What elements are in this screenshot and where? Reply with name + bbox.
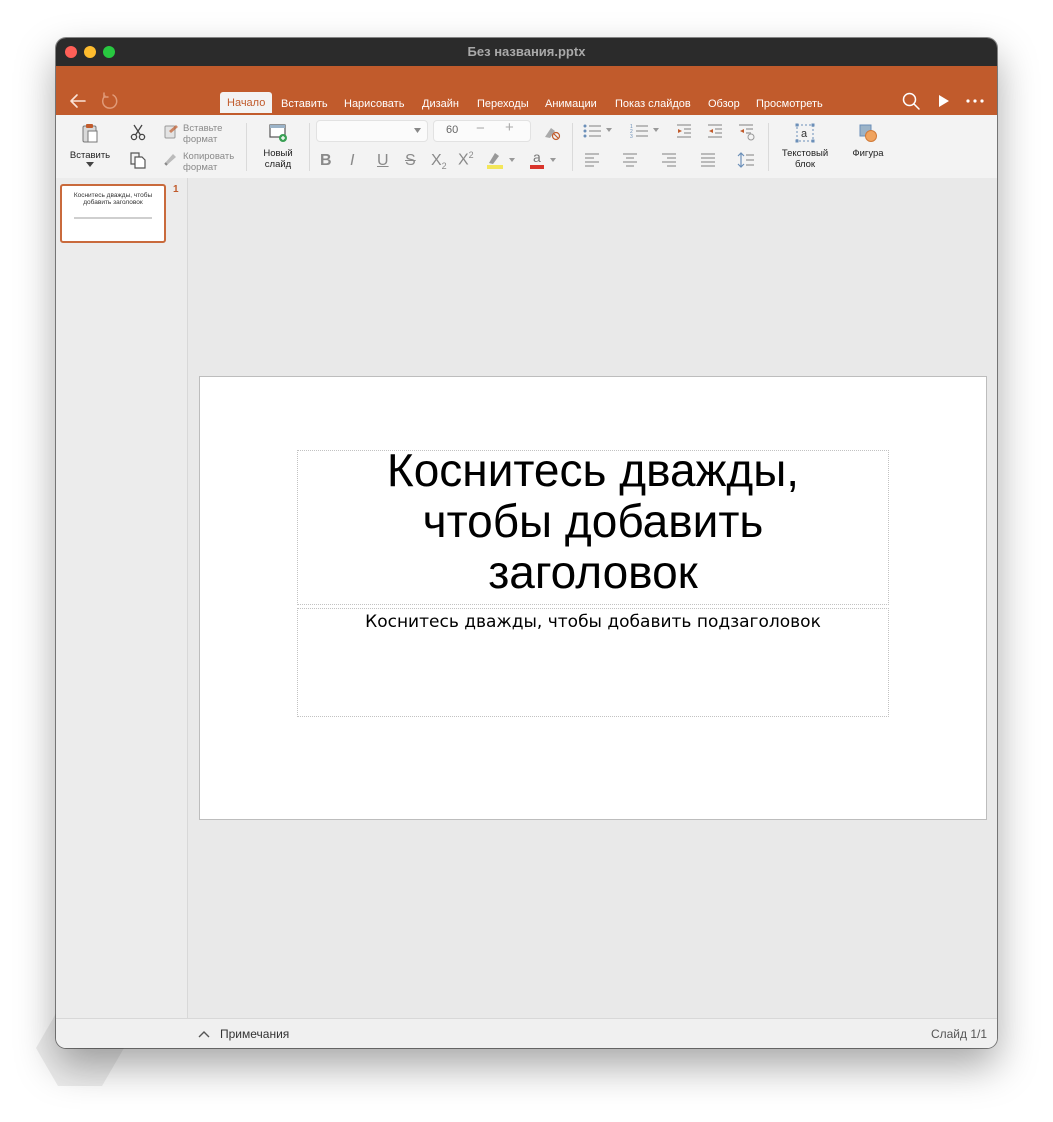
- svg-text:a: a: [801, 128, 808, 140]
- thumbnail-title: Коснитесь дважды, чтобы добавить заголов…: [73, 192, 153, 206]
- slide-title-line: чтобы добавить: [422, 495, 764, 547]
- new-slide-icon[interactable]: [268, 123, 288, 143]
- thumbnail-subtitle-line: [74, 217, 152, 219]
- line-spacing-icon[interactable]: [737, 151, 755, 169]
- copy-icon[interactable]: [129, 151, 147, 169]
- paste-format-label-2[interactable]: формат: [183, 134, 217, 145]
- slide-subtitle: Коснитесь дважды, чтобы добавить подзаго…: [365, 612, 821, 632]
- chevron-down-icon: [414, 128, 421, 133]
- slide-title-line: заголовок: [488, 546, 698, 598]
- title-bar: Без названия.pptx: [56, 38, 997, 66]
- slide-thumbnail[interactable]: Коснитесь дважды, чтобы добавить заголов…: [60, 184, 166, 243]
- paste-icon[interactable]: [80, 122, 100, 144]
- search-icon[interactable]: [900, 90, 922, 112]
- ribbon-separator: [572, 123, 573, 171]
- font-size-value[interactable]: 60: [446, 124, 458, 136]
- subscript-button[interactable]: X2: [431, 152, 447, 171]
- shape-icon[interactable]: [858, 123, 878, 143]
- clear-format-icon[interactable]: [543, 125, 561, 141]
- text-direction-icon[interactable]: [738, 123, 756, 141]
- copy-format-label-2[interactable]: формат: [183, 162, 217, 173]
- tab-review[interactable]: Обзор: [708, 96, 740, 112]
- bold-button[interactable]: B: [320, 152, 332, 170]
- notes-toggle[interactable]: Примечания: [220, 1027, 289, 1041]
- play-icon[interactable]: [932, 90, 954, 112]
- paste-dropdown-icon[interactable]: [86, 162, 94, 168]
- underline-button[interactable]: U: [377, 152, 389, 170]
- slide-canvas: Коснитесь дважды, чтобы добавить заголов…: [188, 178, 997, 1018]
- numbering-icon[interactable]: 123: [630, 123, 662, 139]
- ribbon-separator: [768, 123, 769, 171]
- font-color-icon[interactable]: a: [529, 150, 559, 170]
- app-window: Без названия.pptx Начало Вставить Нарисо…: [56, 38, 997, 1048]
- window-title: Без названия.pptx: [467, 44, 586, 59]
- more-icon[interactable]: [964, 90, 986, 112]
- back-arrow-icon[interactable]: [67, 90, 89, 112]
- slide[interactable]: Коснитесь дважды, чтобы добавить заголов…: [199, 376, 987, 820]
- decrease-font-size-button[interactable]: −: [476, 120, 485, 137]
- slide-number: 1: [173, 184, 179, 195]
- format-painter-icon[interactable]: [163, 151, 179, 167]
- tab-home[interactable]: Начало: [220, 92, 273, 113]
- tab-draw[interactable]: Нарисовать: [344, 96, 404, 112]
- paste-format-icon[interactable]: [163, 123, 179, 139]
- slide-counter: Слайд 1/1: [930, 1027, 987, 1041]
- textbox-icon[interactable]: a: [794, 123, 816, 143]
- decrease-indent-icon[interactable]: [676, 123, 692, 139]
- font-size-combo[interactable]: 60 − +: [433, 119, 531, 142]
- justify-icon[interactable]: [700, 153, 716, 167]
- redo-icon[interactable]: [99, 90, 121, 112]
- strikethrough-button[interactable]: S: [405, 152, 416, 170]
- tab-slideshow[interactable]: Показ слайдов: [615, 96, 691, 112]
- font-name-combo[interactable]: [316, 120, 428, 142]
- tab-design[interactable]: Дизайн: [422, 96, 459, 112]
- superscript-button[interactable]: X2: [458, 150, 474, 169]
- highlight-color-icon[interactable]: [486, 150, 516, 170]
- align-center-icon[interactable]: [622, 153, 638, 167]
- tab-view[interactable]: Просмотреть: [756, 96, 823, 112]
- slide-title-line: Коснитесь дважды,: [386, 444, 800, 496]
- textbox-label-1[interactable]: Текстовый: [774, 148, 836, 159]
- new-slide-label-1[interactable]: Новый: [255, 148, 301, 159]
- svg-text:a: a: [533, 150, 541, 165]
- tab-transitions[interactable]: Переходы: [477, 96, 529, 112]
- increase-font-size-button[interactable]: +: [505, 119, 514, 136]
- ribbon-separator: [309, 123, 310, 171]
- ribbon-tabs-bar: Начало Вставить Нарисовать Дизайн Перехо…: [56, 66, 997, 115]
- cut-icon[interactable]: [130, 123, 146, 141]
- align-right-icon[interactable]: [661, 153, 677, 167]
- italic-button[interactable]: I: [350, 152, 354, 170]
- tab-insert[interactable]: Вставить: [281, 96, 328, 112]
- svg-text:3: 3: [630, 134, 633, 139]
- title-placeholder[interactable]: Коснитесь дважды, чтобы добавить заголов…: [297, 445, 889, 605]
- ribbon-separator: [246, 123, 247, 171]
- slide-title: Коснитесь дважды, чтобы добавить заголов…: [298, 445, 888, 598]
- align-left-icon[interactable]: [584, 153, 600, 167]
- status-bar: Примечания Слайд 1/1: [56, 1018, 997, 1048]
- paste-button[interactable]: Вставить: [66, 150, 114, 161]
- paste-format-label-1[interactable]: Вставьте: [183, 123, 222, 134]
- bullets-icon[interactable]: [583, 123, 615, 139]
- subtitle-placeholder[interactable]: Коснитесь дважды, чтобы добавить подзаго…: [297, 608, 889, 717]
- shape-label[interactable]: Фигура: [842, 148, 894, 159]
- increase-indent-icon[interactable]: [707, 123, 723, 139]
- ribbon-toolbar: Вставить Вставьте формат Копировать форм…: [56, 115, 997, 179]
- textbox-label-2[interactable]: блок: [774, 159, 836, 170]
- new-slide-label-2[interactable]: слайд: [255, 159, 301, 170]
- chevron-up-icon[interactable]: [197, 1028, 211, 1040]
- tab-animations[interactable]: Анимации: [545, 96, 597, 112]
- copy-format-label-1[interactable]: Копировать: [183, 151, 234, 162]
- slide-thumbnails-pane: Коснитесь дважды, чтобы добавить заголов…: [56, 178, 188, 1042]
